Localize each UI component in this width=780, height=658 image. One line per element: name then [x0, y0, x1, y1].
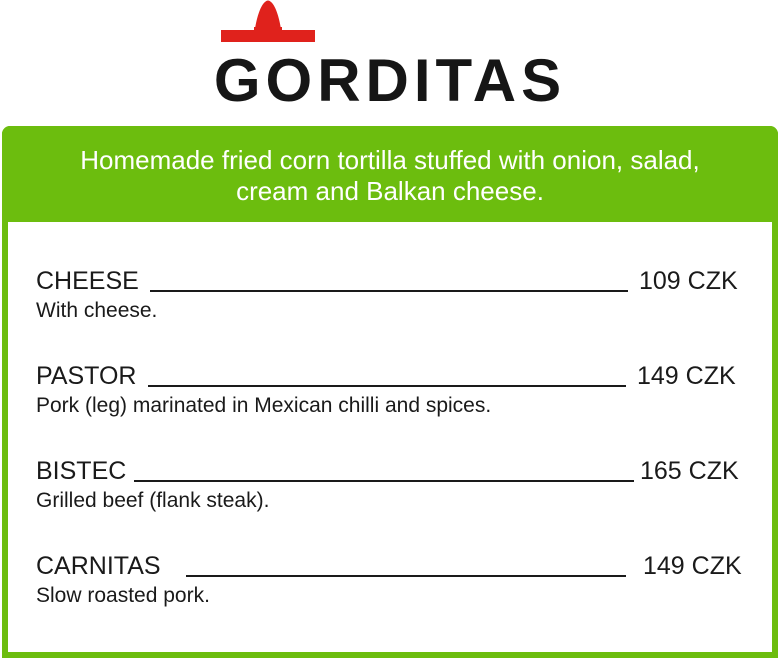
- menu-item-carnitas: CARNITAS 149 CZK Slow roasted pork.: [36, 551, 750, 615]
- page-title: GORDITAS: [213, 47, 567, 114]
- menu-item-cheese: CHEESE 109 CZK With cheese.: [36, 266, 750, 330]
- item-price: 149 CZK: [643, 552, 742, 580]
- item-description: Grilled beef (flank steak).: [36, 489, 270, 512]
- item-price: 165 CZK: [640, 457, 739, 485]
- sombrero-icon: [221, 0, 315, 42]
- item-description: Slow roasted pork.: [36, 584, 210, 607]
- item-price: 149 CZK: [637, 362, 736, 390]
- item-name: CARNITAS: [36, 552, 161, 580]
- item-name: PASTOR: [36, 362, 137, 390]
- dotted-leader: [148, 385, 626, 387]
- card-description: Homemade fried corn tortilla stuffed wit…: [2, 126, 778, 222]
- dotted-leader: [134, 480, 634, 482]
- dotted-leader: [186, 575, 626, 577]
- menu-item-bistec: BISTEC 165 CZK Grilled beef (flank steak…: [36, 456, 750, 520]
- dotted-leader: [150, 290, 628, 292]
- item-name: CHEESE: [36, 267, 139, 295]
- item-description: Pork (leg) marinated in Mexican chilli a…: [36, 394, 492, 417]
- item-name: BISTEC: [36, 457, 127, 485]
- menu-item-pastor: PASTOR 149 CZK Pork (leg) marinated in M…: [36, 361, 750, 425]
- item-price: 109 CZK: [639, 267, 738, 295]
- item-description: With cheese.: [36, 299, 158, 322]
- menu-card: Homemade fried corn tortilla stuffed wit…: [2, 126, 778, 658]
